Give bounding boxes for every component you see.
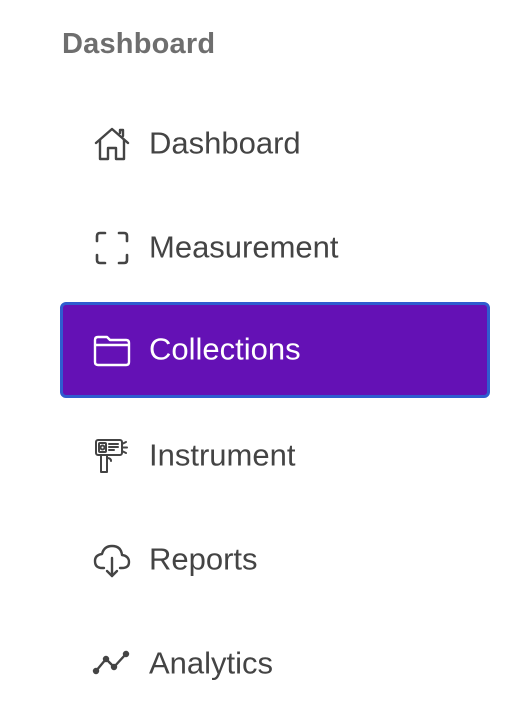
scan-frame-icon	[92, 228, 132, 268]
sidebar-item-instrument[interactable]: Instrument	[60, 408, 490, 504]
trend-line-icon	[92, 644, 132, 684]
sidebar-item-label: Analytics	[149, 645, 274, 681]
home-icon	[92, 124, 132, 164]
sidebar-item-analytics[interactable]: Analytics	[60, 616, 490, 712]
section-title: Dashboard	[62, 28, 216, 60]
sidebar-item-label: Reports	[149, 541, 258, 577]
thermal-gun-icon	[92, 436, 132, 476]
sidebar-item-label: Measurement	[149, 229, 339, 265]
sidebar-item-dashboard[interactable]: Dashboard	[60, 96, 490, 192]
sidebar-item-label: Dashboard	[149, 125, 301, 161]
sidebar-item-collections[interactable]: Collections	[60, 302, 490, 398]
sidebar-item-measurement[interactable]: Measurement	[60, 200, 490, 296]
sidebar-item-label: Instrument	[149, 437, 296, 473]
cloud-download-icon	[92, 540, 132, 580]
sidebar: Dashboard Dashboard Measurement Collecti…	[0, 0, 524, 722]
sidebar-item-label: Collections	[149, 331, 301, 367]
folder-icon	[92, 330, 132, 370]
sidebar-item-reports[interactable]: Reports	[60, 512, 490, 608]
